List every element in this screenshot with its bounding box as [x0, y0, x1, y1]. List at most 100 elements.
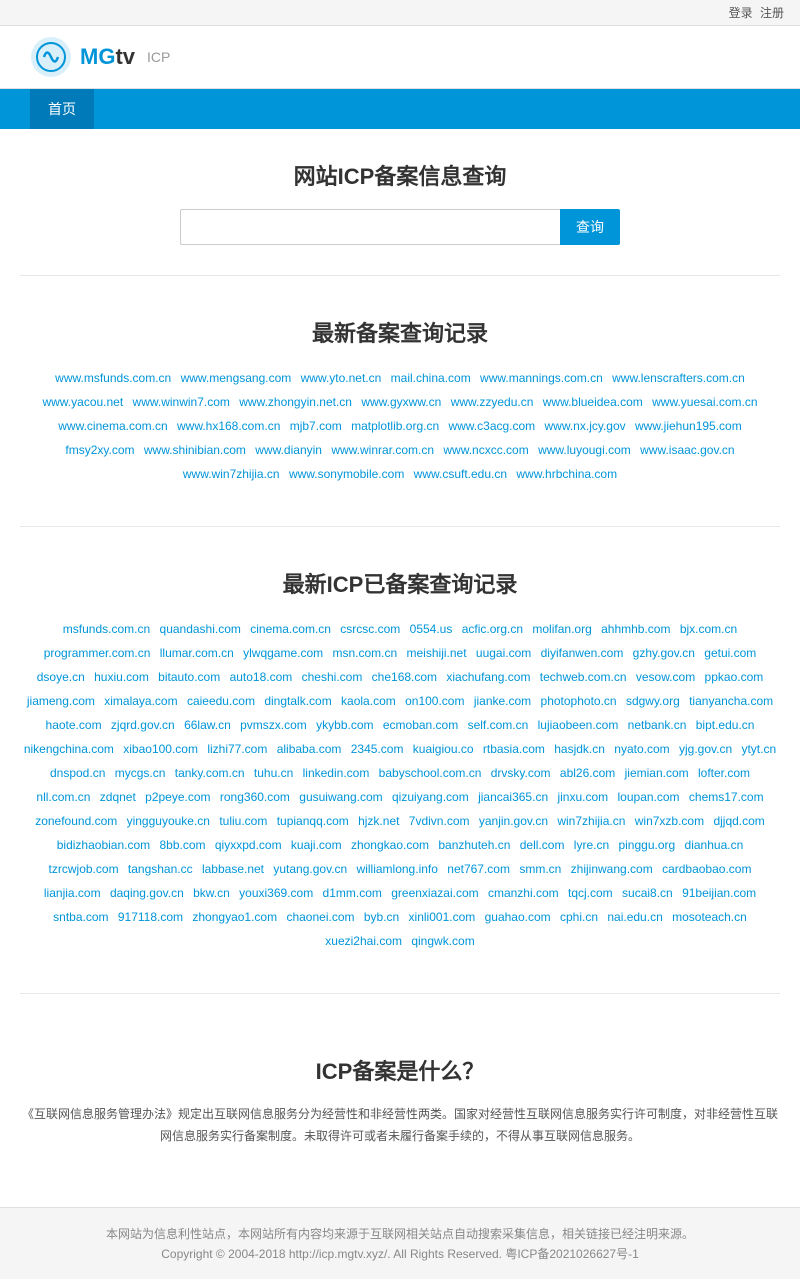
icp-query-link[interactable]: sucai8.cn: [622, 886, 673, 900]
recent-query-link[interactable]: www.jiehun195.com: [635, 419, 742, 433]
icp-query-link[interactable]: 2345.com: [351, 742, 404, 756]
recent-query-link[interactable]: www.hrbchina.com: [516, 467, 617, 481]
icp-query-link[interactable]: rong360.com: [220, 790, 290, 804]
icp-query-link[interactable]: dingtalk.com: [264, 694, 331, 708]
icp-query-link[interactable]: abl26.com: [560, 766, 615, 780]
recent-query-link[interactable]: www.hx168.com.cn: [177, 419, 280, 433]
icp-query-link[interactable]: xibao100.com: [123, 742, 198, 756]
icp-query-link[interactable]: jianke.com: [474, 694, 531, 708]
icp-query-link[interactable]: cmanzhi.com: [488, 886, 559, 900]
icp-query-link[interactable]: qiyxxpd.com: [215, 838, 282, 852]
icp-query-link[interactable]: nyato.com: [614, 742, 669, 756]
icp-query-link[interactable]: lizhi77.com: [207, 742, 267, 756]
icp-query-link[interactable]: 66law.cn: [184, 718, 231, 732]
icp-query-link[interactable]: self.com.cn: [468, 718, 529, 732]
icp-query-link[interactable]: babyschool.com.cn: [379, 766, 482, 780]
icp-query-link[interactable]: qizuiyang.com: [392, 790, 469, 804]
icp-query-link[interactable]: win7xzb.com: [635, 814, 704, 828]
icp-query-link[interactable]: kaola.com: [341, 694, 396, 708]
icp-query-link[interactable]: huxiu.com: [94, 670, 149, 684]
icp-query-link[interactable]: sntba.com: [53, 910, 108, 924]
icp-query-link[interactable]: lianjia.com: [44, 886, 101, 900]
icp-query-link[interactable]: tupianqq.com: [277, 814, 349, 828]
icp-query-link[interactable]: photophoto.cn: [541, 694, 617, 708]
icp-query-link[interactable]: csrcsc.com: [340, 622, 400, 636]
search-button[interactable]: 查询: [560, 209, 620, 245]
icp-query-link[interactable]: zhongyao1.com: [192, 910, 277, 924]
icp-query-link[interactable]: ecmoban.com: [383, 718, 458, 732]
recent-query-link[interactable]: mail.china.com: [391, 371, 471, 385]
icp-query-link[interactable]: llumar.com.cn: [160, 646, 234, 660]
icp-query-link[interactable]: tuliu.com: [219, 814, 267, 828]
icp-query-link[interactable]: mycgs.cn: [115, 766, 166, 780]
icp-query-link[interactable]: pvmszx.com: [240, 718, 307, 732]
icp-query-link[interactable]: programmer.com.cn: [44, 646, 151, 660]
recent-query-link[interactable]: mjb7.com: [290, 419, 342, 433]
recent-query-link[interactable]: www.isaac.gov.cn: [640, 443, 734, 457]
icp-query-link[interactable]: yjg.gov.cn: [679, 742, 732, 756]
icp-query-link[interactable]: msn.com.cn: [332, 646, 397, 660]
icp-query-link[interactable]: chems17.com: [689, 790, 764, 804]
search-input[interactable]: [180, 209, 560, 245]
recent-query-link[interactable]: fmsy2xy.com: [65, 443, 134, 457]
icp-query-link[interactable]: ytyt.cn: [741, 742, 776, 756]
icp-query-link[interactable]: loupan.com: [618, 790, 680, 804]
icp-query-link[interactable]: diyifanwen.com: [541, 646, 624, 660]
icp-query-link[interactable]: bidizhaobian.com: [57, 838, 150, 852]
icp-query-link[interactable]: msfunds.com.cn: [63, 622, 150, 636]
icp-query-link[interactable]: zhongkao.com: [351, 838, 429, 852]
icp-query-link[interactable]: 917118.com: [118, 910, 183, 924]
icp-query-link[interactable]: nll.com.cn: [36, 790, 90, 804]
icp-query-link[interactable]: youxi369.com: [239, 886, 313, 900]
icp-query-link[interactable]: hjzk.net: [358, 814, 399, 828]
icp-query-link[interactable]: tzrcwjob.com: [49, 862, 119, 876]
recent-query-link[interactable]: www.gyxww.cn: [361, 395, 441, 409]
icp-query-link[interactable]: qingwk.com: [411, 934, 474, 948]
recent-query-link[interactable]: www.msfunds.com.cn: [55, 371, 171, 385]
recent-query-link[interactable]: www.csuft.edu.cn: [414, 467, 507, 481]
recent-query-link[interactable]: www.zhongyin.net.cn: [239, 395, 352, 409]
icp-query-link[interactable]: kuaigiou.co: [413, 742, 474, 756]
icp-query-link[interactable]: 7vdivn.com: [409, 814, 470, 828]
icp-query-link[interactable]: dell.com: [520, 838, 565, 852]
recent-query-link[interactable]: www.blueidea.com: [543, 395, 643, 409]
icp-query-link[interactable]: lofter.com: [698, 766, 750, 780]
icp-query-link[interactable]: byb.cn: [364, 910, 399, 924]
recent-query-link[interactable]: www.yuesai.com.cn: [652, 395, 757, 409]
recent-query-link[interactable]: www.winwin7.com: [133, 395, 230, 409]
icp-query-link[interactable]: d1mm.com: [323, 886, 382, 900]
icp-query-link[interactable]: tuhu.cn: [254, 766, 293, 780]
icp-query-link[interactable]: acfic.org.cn: [462, 622, 523, 636]
recent-query-link[interactable]: www.yto.net.cn: [301, 371, 382, 385]
icp-query-link[interactable]: netbank.cn: [628, 718, 687, 732]
login-link[interactable]: 登录: [729, 6, 753, 20]
icp-query-link[interactable]: meishiji.net: [407, 646, 467, 660]
recent-query-link[interactable]: matplotlib.org.cn: [351, 419, 439, 433]
icp-query-link[interactable]: zjqrd.gov.cn: [111, 718, 175, 732]
icp-query-link[interactable]: daqing.gov.cn: [110, 886, 184, 900]
icp-query-link[interactable]: bkw.cn: [193, 886, 230, 900]
recent-query-link[interactable]: www.c3acg.com: [448, 419, 535, 433]
recent-query-link[interactable]: www.win7zhijia.cn: [183, 467, 280, 481]
icp-query-link[interactable]: yanjin.gov.cn: [479, 814, 548, 828]
icp-query-link[interactable]: getui.com: [704, 646, 756, 660]
icp-query-link[interactable]: sdgwy.org: [626, 694, 680, 708]
icp-query-link[interactable]: williamlong.info: [357, 862, 438, 876]
icp-query-link[interactable]: dianhua.cn: [685, 838, 744, 852]
icp-query-link[interactable]: che168.com: [372, 670, 437, 684]
recent-query-link[interactable]: www.ncxcc.com: [443, 443, 528, 457]
nav-item-home[interactable]: 首页: [30, 89, 94, 129]
icp-query-link[interactable]: vesow.com: [636, 670, 695, 684]
recent-query-link[interactable]: www.shinibian.com: [144, 443, 246, 457]
icp-query-link[interactable]: cardbaobao.com: [662, 862, 751, 876]
icp-query-link[interactable]: cheshi.com: [302, 670, 363, 684]
recent-query-link[interactable]: www.nx.jcy.gov: [545, 419, 626, 433]
icp-query-link[interactable]: bipt.edu.cn: [696, 718, 755, 732]
icp-query-link[interactable]: xinli001.com: [409, 910, 476, 924]
icp-query-link[interactable]: cinema.com.cn: [250, 622, 331, 636]
recent-query-link[interactable]: www.yacou.net: [42, 395, 123, 409]
icp-query-link[interactable]: jiemian.com: [625, 766, 689, 780]
icp-query-link[interactable]: 8bb.com: [160, 838, 206, 852]
icp-query-link[interactable]: dnspod.cn: [50, 766, 105, 780]
icp-query-link[interactable]: smm.cn: [519, 862, 561, 876]
